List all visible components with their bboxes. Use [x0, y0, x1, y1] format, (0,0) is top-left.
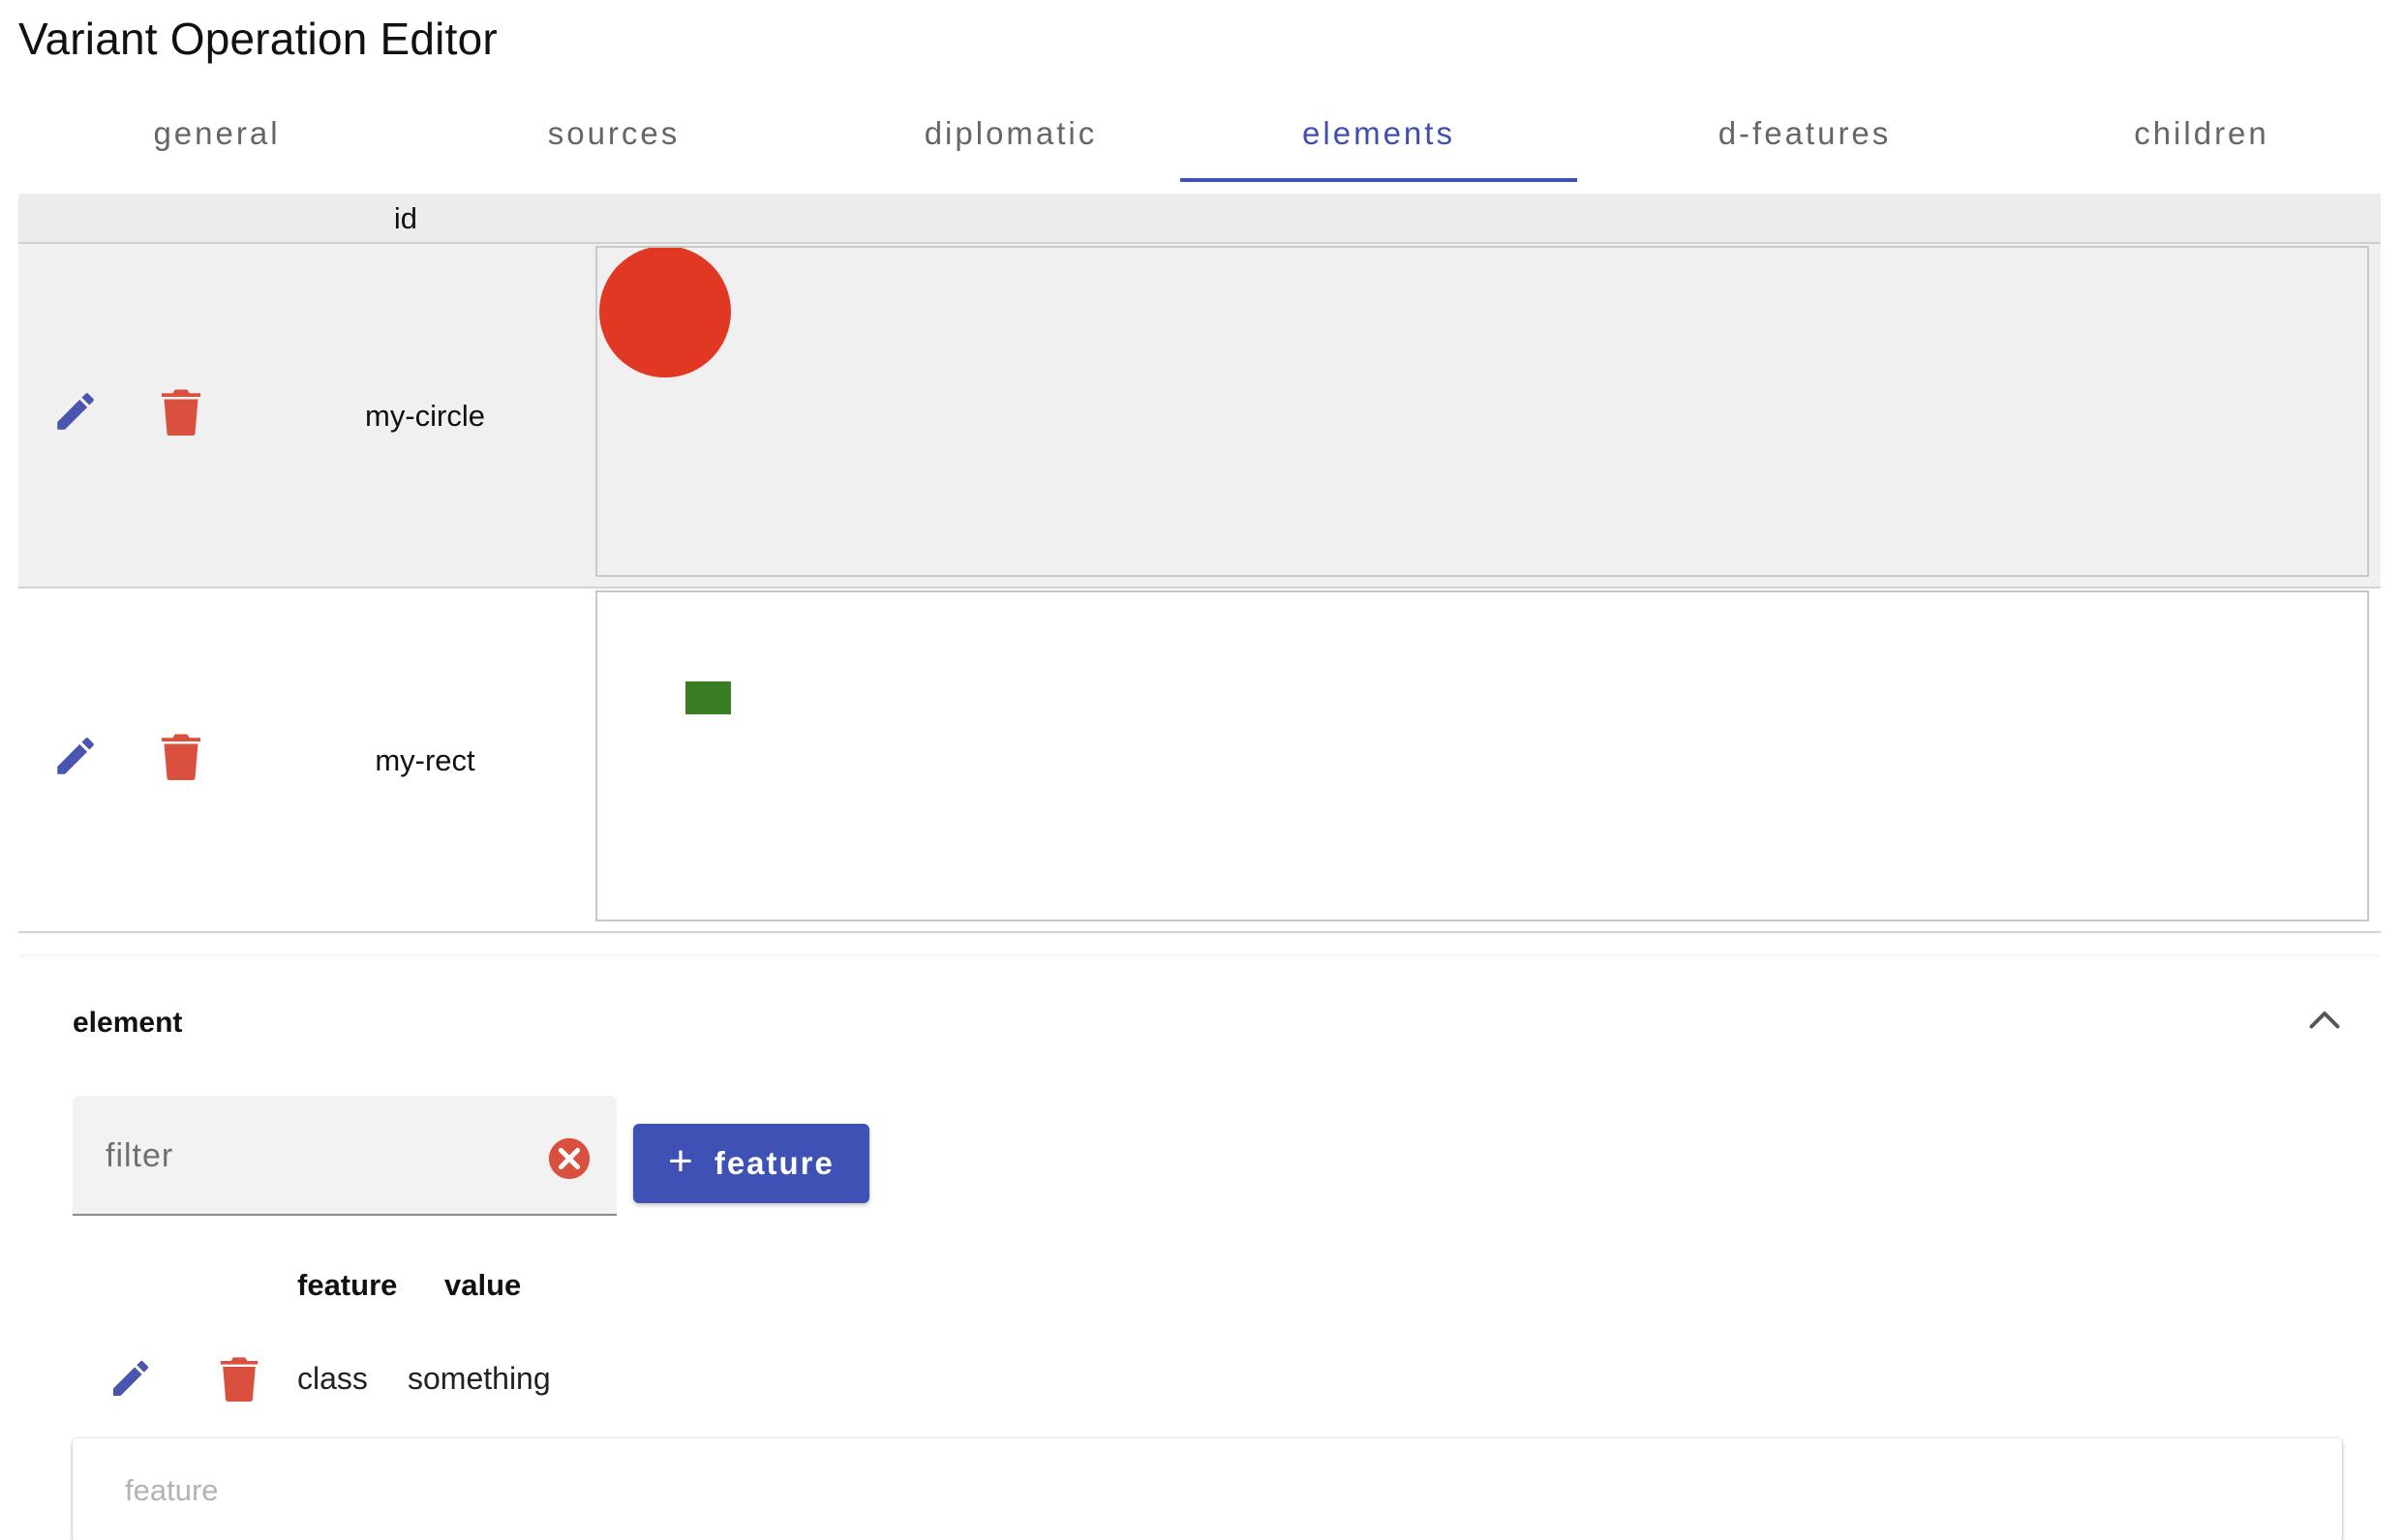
- feature-row[interactable]: class something: [18, 1353, 793, 1411]
- preview-canvas: [685, 681, 731, 714]
- rect-shape: [685, 681, 731, 714]
- preview-canvas: [599, 248, 731, 377]
- element-preview: [595, 246, 2369, 577]
- add-feature-label: feature: [714, 1145, 835, 1181]
- element-panel: element + feature feature value: [18, 954, 2381, 1540]
- circle-shape: [599, 248, 731, 377]
- plus-icon: +: [668, 1137, 695, 1185]
- clear-icon[interactable]: [547, 1136, 592, 1181]
- edit-icon[interactable]: [51, 387, 100, 436]
- page: Variant Operation Editor general sources…: [0, 0, 2403, 1540]
- tab-general[interactable]: general: [18, 89, 415, 178]
- delete-icon[interactable]: [220, 1355, 259, 1402]
- elements-table: id my-circle my-rect: [18, 194, 2381, 933]
- add-feature-button[interactable]: + feature: [633, 1124, 869, 1203]
- panel-title: element: [73, 1007, 183, 1039]
- tab-elements[interactable]: elements: [1180, 89, 1577, 182]
- tab-children[interactable]: children: [2003, 89, 2400, 178]
- table-row[interactable]: my-rect: [18, 589, 2381, 933]
- filter-field: [73, 1096, 617, 1216]
- filter-input[interactable]: [106, 1096, 532, 1216]
- column-header-feature: feature: [297, 1268, 398, 1302]
- tab-sources[interactable]: sources: [415, 89, 812, 178]
- feature-value: something: [408, 1361, 551, 1396]
- element-id: my-circle: [365, 399, 485, 433]
- table-row[interactable]: my-circle: [18, 244, 2381, 589]
- column-header-id: id: [393, 201, 418, 235]
- column-header-value: value: [444, 1268, 522, 1302]
- panel-divider: [18, 954, 2381, 958]
- page-title: Variant Operation Editor: [18, 14, 498, 64]
- tab-d-features[interactable]: d-features: [1606, 89, 2003, 178]
- element-id: my-rect: [375, 743, 475, 777]
- delete-icon[interactable]: [162, 732, 200, 780]
- tab-diplomatic[interactable]: diplomatic: [812, 89, 1209, 178]
- element-preview: [595, 590, 2369, 921]
- chevron-up-icon[interactable]: [2307, 1005, 2342, 1034]
- feature-autocomplete: [73, 1438, 2342, 1540]
- tab-bar: general sources diplomatic elements d-fe…: [18, 89, 2381, 182]
- feature-name: class: [297, 1361, 368, 1396]
- table-header: id: [18, 194, 2381, 244]
- edit-icon[interactable]: [51, 732, 100, 780]
- feature-input[interactable]: [125, 1438, 2255, 1540]
- delete-icon[interactable]: [162, 387, 200, 436]
- edit-icon[interactable]: [107, 1355, 154, 1402]
